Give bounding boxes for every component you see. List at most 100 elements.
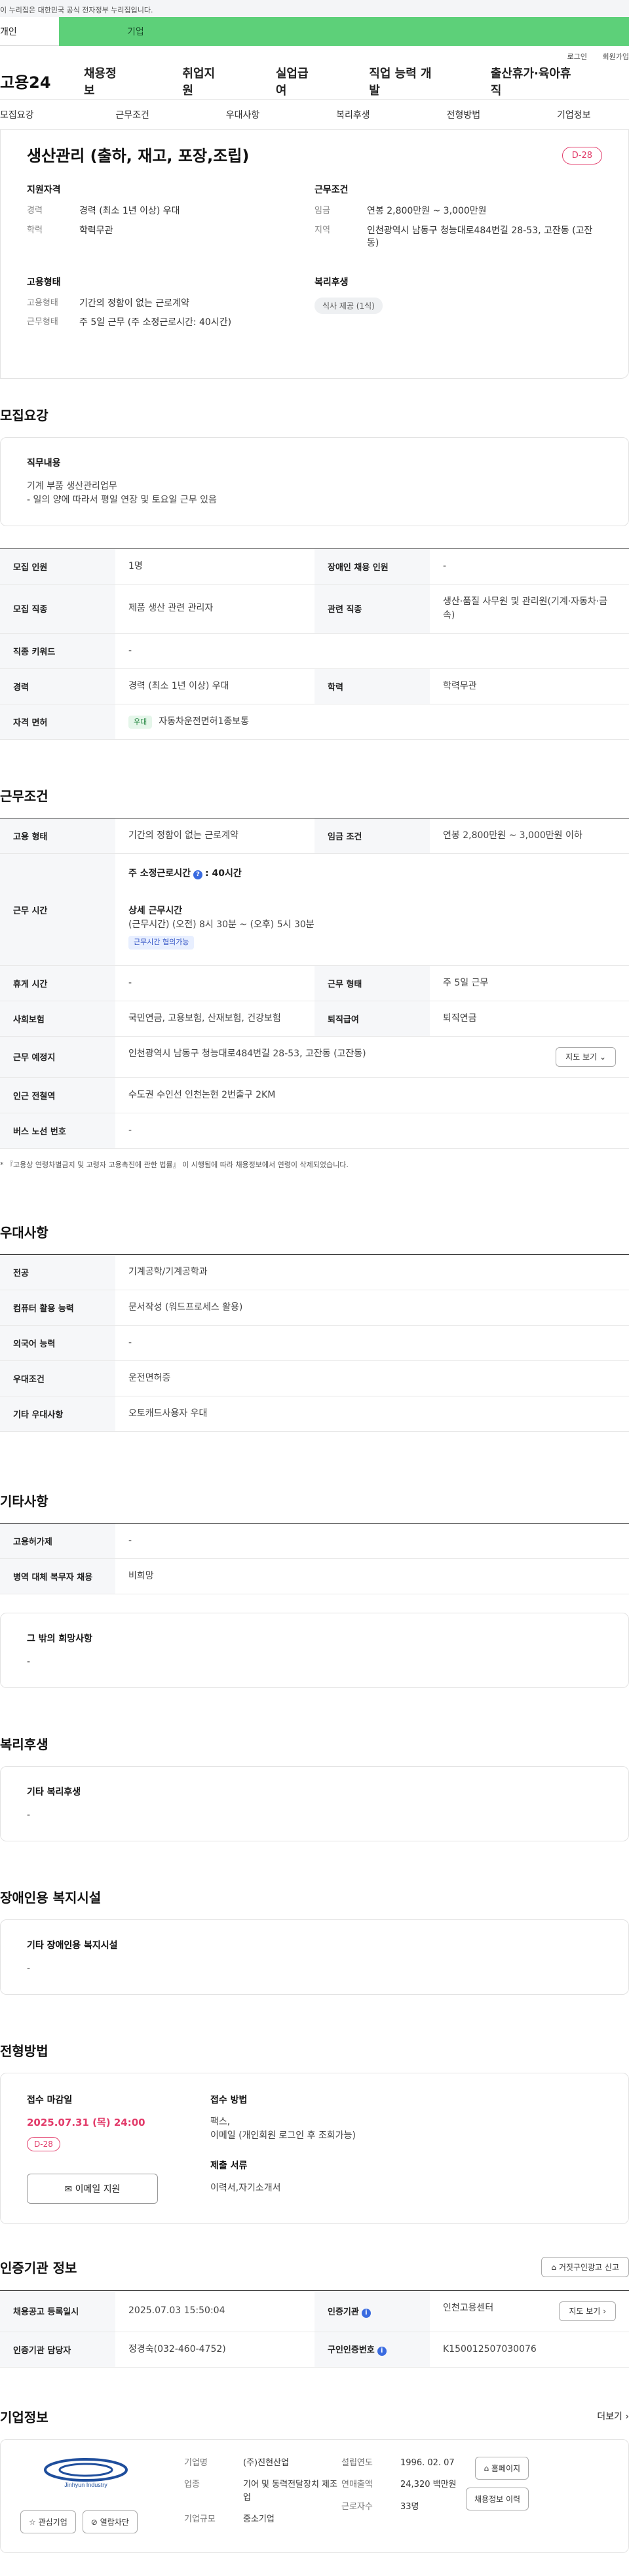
dday-badge-small: D-28 xyxy=(27,2136,60,2151)
value: 2025.07.03 15:50:04 xyxy=(115,2290,314,2332)
selection-box: 접수 마감일 2025.07.31 (목) 24:00 D-28 ✉ 이메일 지… xyxy=(0,2072,629,2224)
gnb-unemployment-benefit[interactable]: 실업급여 xyxy=(276,64,316,98)
disabled-fac-value: - xyxy=(27,1963,31,1974)
value: 국민연금, 고용보험, 산재보험, 건강보험 xyxy=(115,1001,314,1037)
info-icon[interactable]: ? xyxy=(193,870,203,880)
history-button[interactable]: 채용정보 이력 xyxy=(466,2487,529,2510)
label: 설립연도 xyxy=(341,2457,373,2468)
home-alert-icon: ⌂ xyxy=(551,2262,557,2272)
value: 기간의 정함이 없는 근로계약 xyxy=(115,818,314,855)
company-logo: Jinhyun Industry xyxy=(44,2457,128,2488)
label: 학력 xyxy=(314,668,430,704)
place-cell: 인천광역시 남동구 청능대로484번길 28-53, 고잔동 (고잔동) 지도 … xyxy=(115,1036,629,1078)
value: 문서작성 (워드프로세스 활용) xyxy=(115,1290,629,1326)
tab-company[interactable]: 기업 xyxy=(59,17,629,46)
favorite-company-button[interactable]: ☆ 관심기업 xyxy=(20,2510,76,2533)
section-subnav: 모집요강 근무조건 우대사항 복리후생 전형방법 기업정보 xyxy=(0,100,629,130)
hours-cell: 주 소정근로시간?: 40시간 상세 근무시간 (근무시간) (오전) 8시 3… xyxy=(115,853,629,966)
report-button[interactable]: ⌂ 거짓구인광고 신고 xyxy=(541,2256,629,2277)
value: 학력무관 xyxy=(430,668,629,704)
gnb-parental-leave[interactable]: 출산휴가·육아휴직 xyxy=(491,64,577,98)
value: 기어 및 동력전달장치 제조업 xyxy=(243,2480,337,2503)
value: - xyxy=(115,1522,629,1559)
other-table: 고용허가제 - 병역 대체 복무자 채용 비희망 xyxy=(0,1522,629,1594)
more-link[interactable]: 더보기 › xyxy=(597,2410,629,2423)
tab-person[interactable]: 개인 xyxy=(0,17,59,46)
value: 정경숙(032-460-4752) xyxy=(115,2332,314,2368)
block-company-button[interactable]: ⊘ 열람차단 xyxy=(82,2510,138,2533)
value: 연봉 2,800만원 ~ 3,000만원 이하 xyxy=(430,818,629,855)
conditions-heading: 근무조건 xyxy=(314,185,349,195)
label: 직종 키워드 xyxy=(0,633,115,669)
welfare-box: 기타 복리후생 - xyxy=(0,1765,629,1841)
value: 주 5일 근무 (주 소정근로시간: 40시간) xyxy=(79,317,232,328)
wish-box: 그 밖의 희망사항 - xyxy=(0,1612,629,1688)
label: 고용허가제 xyxy=(0,1522,115,1559)
method-line: 이메일 (개인회원 로그인 후 조회가능) xyxy=(210,2130,356,2141)
pref-table: 전공 기계공학/기계공학과 컴퓨터 활용 능력 문서작성 (워드프로세스 활용) 외… xyxy=(0,1254,629,1432)
agency-map-button[interactable]: 지도 보기 › xyxy=(559,2301,616,2321)
agency-label-cell: 인증기관 i xyxy=(314,2290,430,2332)
chevron-right-icon: › xyxy=(625,2412,629,2423)
disabled-fac-box: 기타 장애인용 복지시설 - xyxy=(0,1919,629,1995)
value: 퇴직연금 xyxy=(430,1001,629,1037)
value: 기간의 정함이 없는 근로계약 xyxy=(79,298,189,309)
info-icon[interactable]: i xyxy=(361,2308,371,2318)
wish-heading: 그 밖의 희망사항 xyxy=(27,1633,92,1644)
gnb-vocational-training[interactable]: 직업 능력 개발 xyxy=(369,64,438,98)
label: 모집 인원 xyxy=(0,548,115,585)
value: 연봉 2,800만원 ~ 3,000만원 xyxy=(367,206,487,216)
homepage-label: 홈페이지 xyxy=(491,2463,521,2473)
value: (주)진현산업 xyxy=(243,2457,289,2468)
wish-value: - xyxy=(27,1656,31,1667)
map-button[interactable]: 지도 보기 ⌄ xyxy=(556,1047,616,1067)
subnav-company[interactable]: 기업정보 xyxy=(519,108,629,121)
value: 33명 xyxy=(400,2501,419,2512)
agency-cell: 인천고용센터 지도 보기 › xyxy=(430,2290,629,2332)
gnb-jobs[interactable]: 채용정보 xyxy=(84,64,124,98)
employment-heading: 고용형태 xyxy=(27,277,61,288)
value: 인천광역시 남동구 청능대로484번길 28-53, 고잔동 (고잔동) xyxy=(128,1048,366,1059)
label: 사회보험 xyxy=(0,1001,115,1037)
subnav-work[interactable]: 근무조건 xyxy=(77,108,187,121)
label: 근무 형태 xyxy=(314,965,430,1001)
dday-badge: D-28 xyxy=(562,147,602,164)
label: 컴퓨터 활용 능력 xyxy=(0,1290,115,1326)
value: 인천고용센터 xyxy=(443,2302,494,2313)
label: 관련 직종 xyxy=(314,584,430,634)
label: 퇴직급여 xyxy=(314,1001,430,1037)
star-icon: ☆ xyxy=(29,2517,36,2527)
label: 근무형태 xyxy=(27,317,58,328)
site-logo[interactable]: 고용24 xyxy=(0,69,73,92)
global-nav: 고용24 채용정보 취업지원 실업급여 직업 능력 개발 출산휴가·육아휴직 xyxy=(0,63,629,100)
cert-label-cell: 구인인증번호 i xyxy=(314,2332,430,2368)
subnav-welfare[interactable]: 복리후생 xyxy=(298,108,408,121)
std-hours-title: 주 소정근로시간 xyxy=(128,868,191,879)
label: 병역 대체 복무자 채용 xyxy=(0,1558,115,1594)
email-apply-label: 이메일 지원 xyxy=(75,2183,121,2195)
email-apply-button[interactable]: ✉ 이메일 지원 xyxy=(27,2173,158,2204)
subnav-pref[interactable]: 우대사항 xyxy=(187,108,297,121)
info-icon[interactable]: i xyxy=(377,2347,387,2356)
std-hours-value: 40시간 xyxy=(212,868,242,879)
value: - xyxy=(115,1325,629,1361)
other-title: 기타사항 xyxy=(0,1493,48,1509)
login-link[interactable]: 로그인 xyxy=(567,52,587,61)
subnav-selection[interactable]: 전형방법 xyxy=(408,108,518,121)
label: 인증기관 xyxy=(328,2307,359,2317)
gnb-employment-support[interactable]: 취업지원 xyxy=(182,64,223,98)
summary-welfare: 복리후생 식사 제공 (1식) xyxy=(314,275,602,336)
map-button-label: 지도 보기 xyxy=(569,2306,601,2316)
label: 모집 직종 xyxy=(0,584,115,634)
welfare-title: 복리후생 xyxy=(0,1736,48,1752)
label: 학력 xyxy=(27,225,43,235)
value: - xyxy=(430,548,629,585)
homepage-button[interactable]: ⌂ 홈페이지 xyxy=(475,2456,529,2480)
block-icon: ⊘ xyxy=(90,2517,98,2527)
block-label: 열람차단 xyxy=(100,2517,129,2527)
signup-link[interactable]: 회원가입 xyxy=(603,52,629,61)
label: 장애인 채용 인원 xyxy=(314,548,430,585)
label: 지역 xyxy=(314,225,330,235)
subnav-recruit[interactable]: 모집요강 xyxy=(0,108,77,121)
mail-icon: ✉ xyxy=(64,2183,73,2195)
